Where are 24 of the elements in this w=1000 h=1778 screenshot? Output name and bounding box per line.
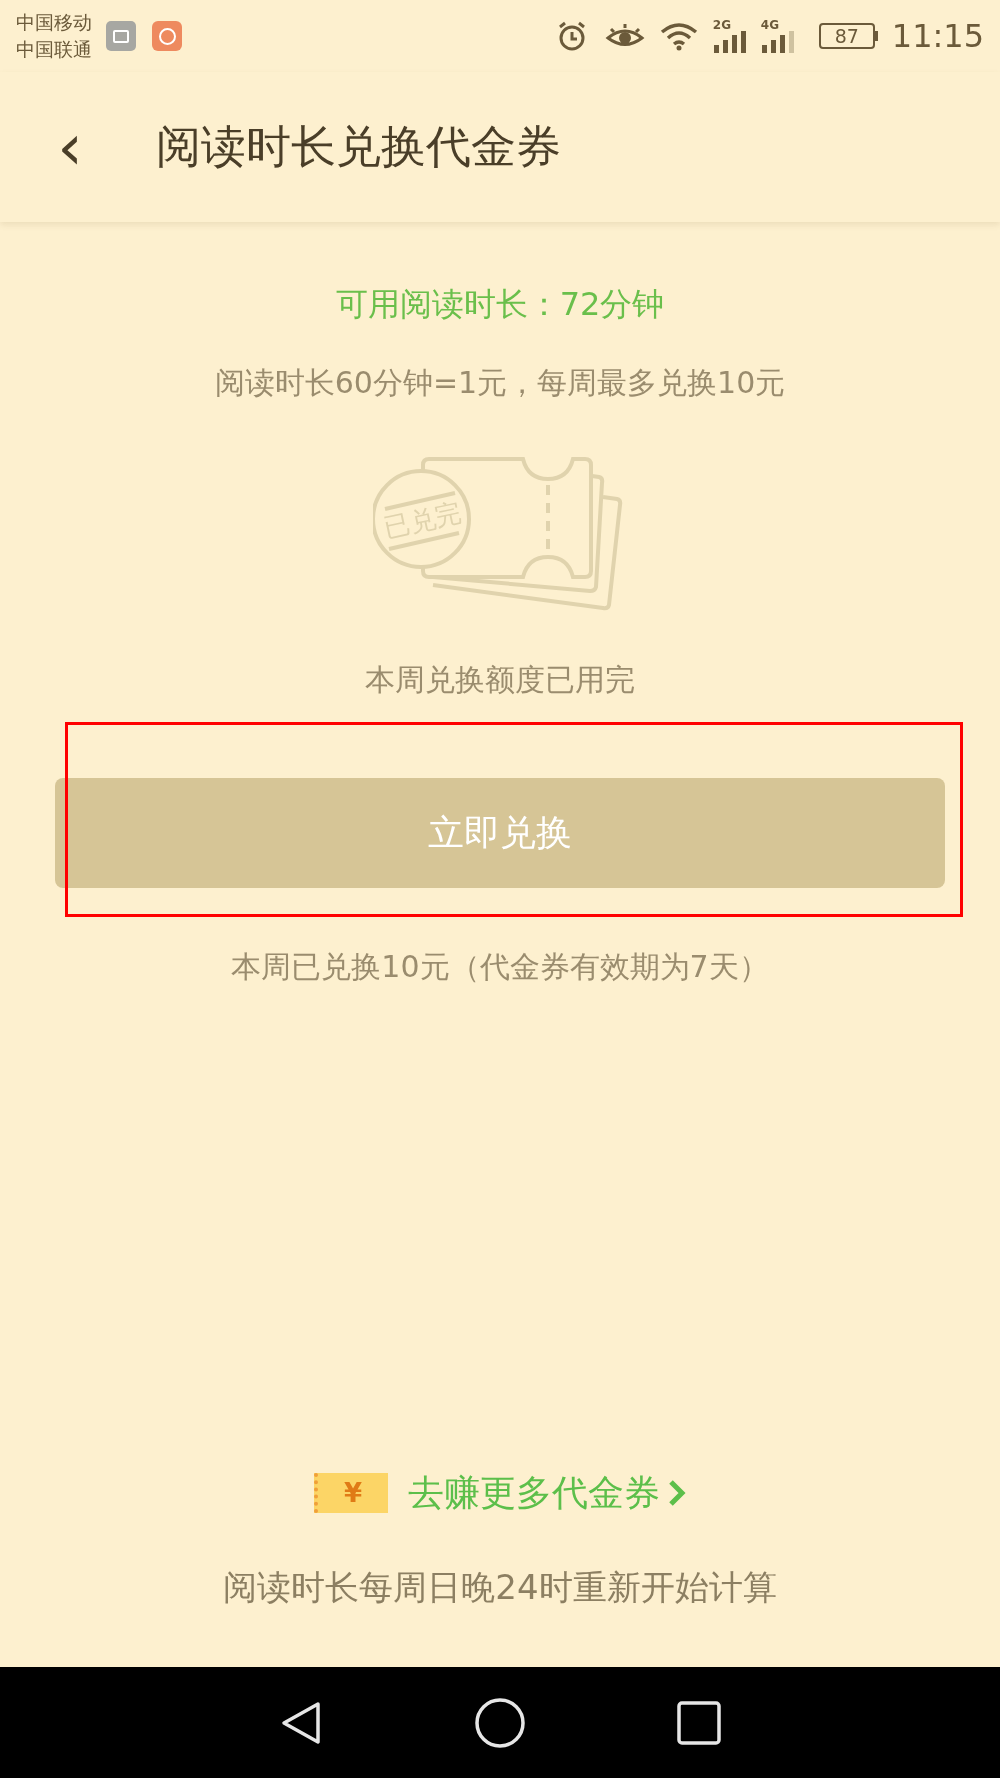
recents-nav-icon[interactable] — [676, 1699, 722, 1746]
gallery-icon — [106, 21, 136, 51]
page-title: 阅读时长兑换代金券 — [156, 119, 561, 176]
carrier-name: 中国移动 — [16, 10, 92, 35]
network-label: 2G — [712, 19, 731, 31]
alarm-icon — [556, 20, 587, 52]
app-icon — [152, 21, 182, 51]
clock-time: 11:15 — [891, 16, 984, 57]
exchanged-note: 本周已兑换10元（代金券有效期为7天） — [231, 948, 769, 986]
carrier-name: 中国联通 — [16, 37, 92, 62]
signal-icon — [760, 31, 795, 53]
earn-more-link[interactable]: ¥ 去赚更多代金券 — [314, 1466, 686, 1520]
back-button[interactable]: ‹ — [50, 115, 90, 179]
chevron-right-icon — [668, 1479, 686, 1507]
reset-info-text: 阅读时长每周日晚24时重新开始计算 — [223, 1566, 777, 1609]
exchange-rate-text: 阅读时长60分钟=1元，每周最多兑换10元 — [214, 364, 786, 402]
quota-message: 本周兑换额度已用完 — [365, 661, 635, 699]
signal-icon — [712, 31, 747, 53]
network-label: 4G — [760, 19, 779, 31]
available-time: 可用阅读时长：72分钟 — [335, 284, 665, 325]
home-nav-icon[interactable] — [474, 1696, 526, 1749]
wifi-icon — [658, 21, 699, 51]
coupon-icon: ¥ — [314, 1473, 388, 1513]
battery-icon: 87 — [818, 23, 878, 49]
